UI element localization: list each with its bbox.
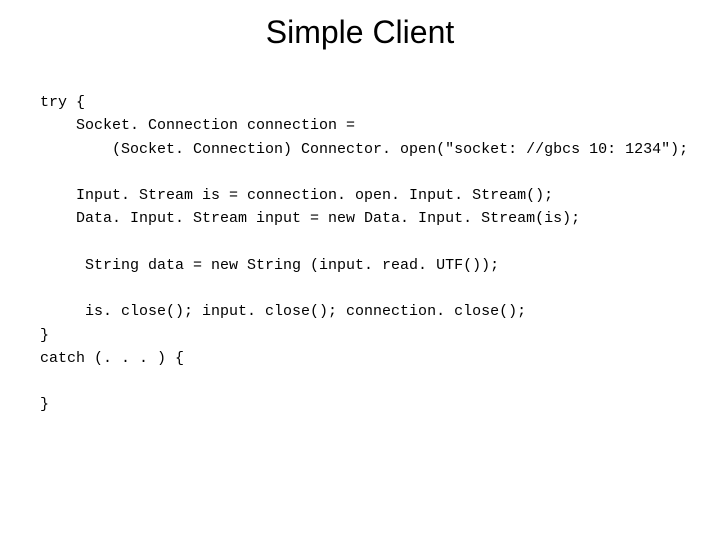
code-block: try { Socket. Connection connection = (S… (0, 91, 720, 417)
slide-title: Simple Client (0, 0, 720, 91)
slide: Simple Client try { Socket. Connection c… (0, 0, 720, 540)
